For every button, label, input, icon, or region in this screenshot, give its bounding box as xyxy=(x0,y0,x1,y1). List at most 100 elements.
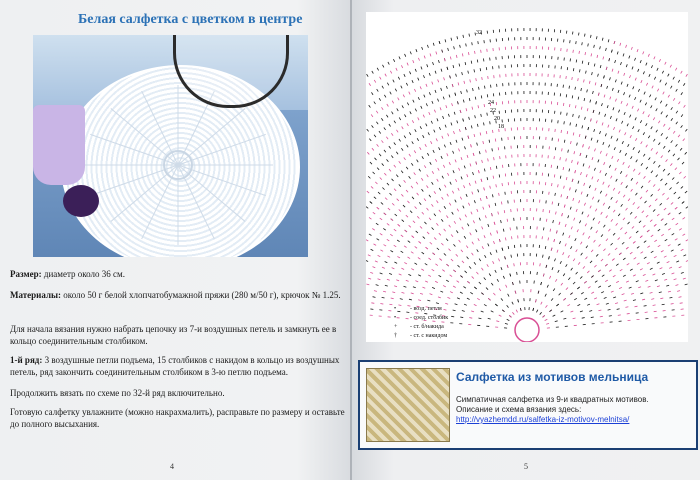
chart-stitch xyxy=(680,271,684,274)
chart-stitch xyxy=(485,131,488,135)
chart-stitch xyxy=(647,53,650,57)
chart-stitch xyxy=(476,142,478,146)
chart-stitch xyxy=(617,191,621,195)
chart-stitch xyxy=(409,132,412,136)
chart-stitch xyxy=(563,185,565,189)
chart-stitch xyxy=(608,285,612,288)
chart-stitch xyxy=(398,209,402,212)
chart-stitch xyxy=(427,132,430,136)
chart-stitch xyxy=(617,237,621,240)
chart-stitch xyxy=(619,170,623,174)
chart-stitch xyxy=(596,54,599,58)
chart-stitch xyxy=(426,207,429,211)
chart-stitch xyxy=(443,77,445,81)
chart-stitch xyxy=(605,302,609,305)
chart-stitch xyxy=(394,88,398,92)
chart-stitch xyxy=(620,227,623,230)
chart-stitch xyxy=(409,210,413,214)
chart-stitch xyxy=(473,200,476,204)
chart-stitch xyxy=(577,180,580,184)
chart-stitch xyxy=(378,153,382,157)
chart-stitch xyxy=(376,238,380,241)
chart-stitch xyxy=(472,220,475,224)
chart-stitch xyxy=(493,221,496,225)
chart-stitch xyxy=(376,143,379,147)
chart-stitch xyxy=(584,280,587,284)
chart-stitch xyxy=(591,72,593,76)
row1-text-1: 3 воздушные петли подъема, 15 столбиков … xyxy=(42,355,340,365)
chart-stitch xyxy=(589,205,592,209)
chart-stitch xyxy=(640,162,643,166)
chart-stitch xyxy=(578,115,580,119)
chart-stitch xyxy=(394,261,398,264)
chart-stitch xyxy=(653,256,657,259)
chart-stitch xyxy=(482,141,484,145)
chart-stitch xyxy=(673,278,677,281)
chart-stitch xyxy=(574,170,576,174)
chart-stitch xyxy=(615,98,617,102)
chart-stitch xyxy=(450,234,454,238)
chart-stitch xyxy=(456,297,460,300)
chart-stitch xyxy=(556,230,558,234)
chart-stitch xyxy=(513,263,515,267)
chart-stitch xyxy=(659,100,663,104)
chart-stitch xyxy=(632,86,635,90)
promo-link[interactable]: http://vyazhemdd.ru/salfetka-iz-motivov-… xyxy=(456,415,649,425)
chart-stitch xyxy=(632,126,635,130)
chart-stitch xyxy=(449,75,451,79)
chart-stitch xyxy=(570,310,574,313)
chart-stitch xyxy=(620,203,623,207)
promo-thumbnail[interactable] xyxy=(366,368,450,442)
chart-stitch xyxy=(498,288,502,292)
chart-stitch xyxy=(670,303,674,305)
chart-stitch xyxy=(398,138,401,142)
chart-stitch xyxy=(544,246,547,250)
chart-stitch xyxy=(603,224,606,228)
chart-stitch xyxy=(503,210,506,214)
chart-stitch xyxy=(645,279,649,282)
chart-stitch xyxy=(592,217,595,221)
chart-stitch xyxy=(600,258,604,262)
chart-stitch xyxy=(555,211,557,215)
chart-stitch xyxy=(371,125,374,128)
chart-stitch xyxy=(372,171,375,175)
chart-stitch xyxy=(645,214,649,218)
chart-stitch xyxy=(438,209,441,213)
chart-stitch xyxy=(648,157,651,161)
chart-stitch xyxy=(667,212,671,216)
chart-stitch xyxy=(384,94,387,98)
chart-stitch xyxy=(428,194,432,198)
promo-box[interactable]: Салфетка из мотивов мельница Симпатичная… xyxy=(358,360,698,450)
chart-stitch xyxy=(660,297,664,300)
chart-stitch xyxy=(598,309,602,312)
chart-stitch xyxy=(685,128,688,132)
chart-stitch xyxy=(653,56,656,60)
chart-stitch xyxy=(634,216,638,219)
chart-stitch xyxy=(625,44,627,48)
chart-stitch xyxy=(436,223,439,226)
chart-stitch xyxy=(639,60,642,64)
chart-stitch xyxy=(627,165,631,169)
chart-stitch xyxy=(550,298,554,301)
chart-stitch xyxy=(591,275,594,278)
chart-stitch xyxy=(371,70,374,74)
chart-stitch xyxy=(418,299,422,301)
chart-stitch xyxy=(551,201,554,205)
promo-title[interactable]: Салфетка из мотивов мельница xyxy=(456,370,648,384)
chart-stitch xyxy=(449,181,452,185)
chart-stitch xyxy=(407,240,411,243)
chart-stitch xyxy=(671,233,675,236)
chart-stitch xyxy=(367,175,371,179)
chart-stitch xyxy=(480,95,483,99)
chart-stitch xyxy=(408,298,412,301)
chart-stitch xyxy=(600,211,603,215)
chart-stitch xyxy=(450,37,453,41)
chart-stitch xyxy=(593,167,596,171)
chart-stitch xyxy=(476,271,479,275)
chart-stitch xyxy=(375,181,378,185)
chart-stitch xyxy=(386,223,390,226)
chart-stitch xyxy=(607,184,610,188)
chart-stitch xyxy=(646,229,650,233)
chart-stitch xyxy=(379,217,383,221)
chart-stitch xyxy=(463,286,467,289)
